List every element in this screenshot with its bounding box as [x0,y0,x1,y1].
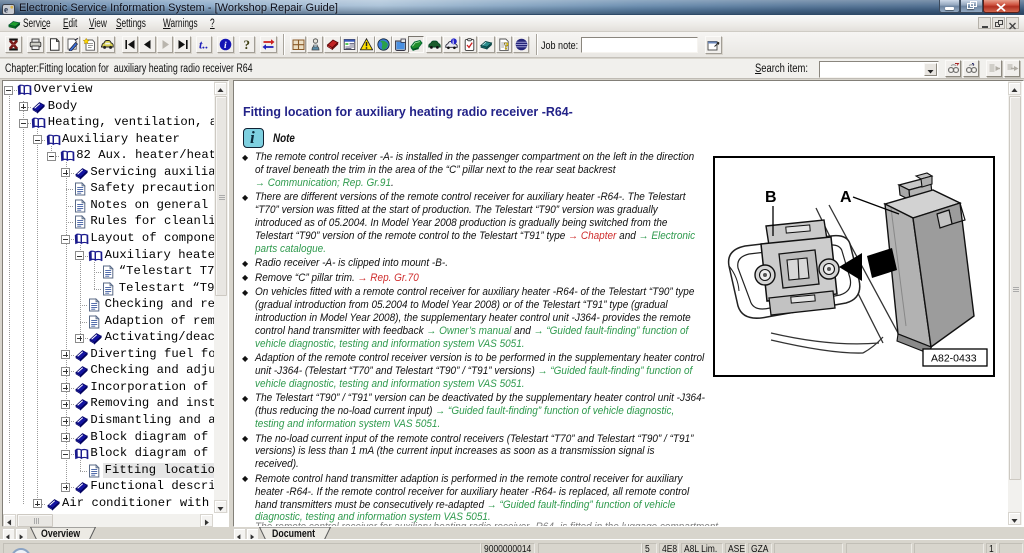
svg-text:e: e [4,4,8,14]
svg-text:?: ? [243,38,250,51]
svg-text:?: ? [503,41,509,52]
svg-text:A: A [840,189,852,206]
svg-text:t..: t.. [199,38,208,51]
svg-text:i: i [224,41,227,51]
svg-text:i: i [452,39,454,46]
svg-text:A82-0433: A82-0433 [931,353,977,365]
svg-text:B: B [765,189,777,206]
